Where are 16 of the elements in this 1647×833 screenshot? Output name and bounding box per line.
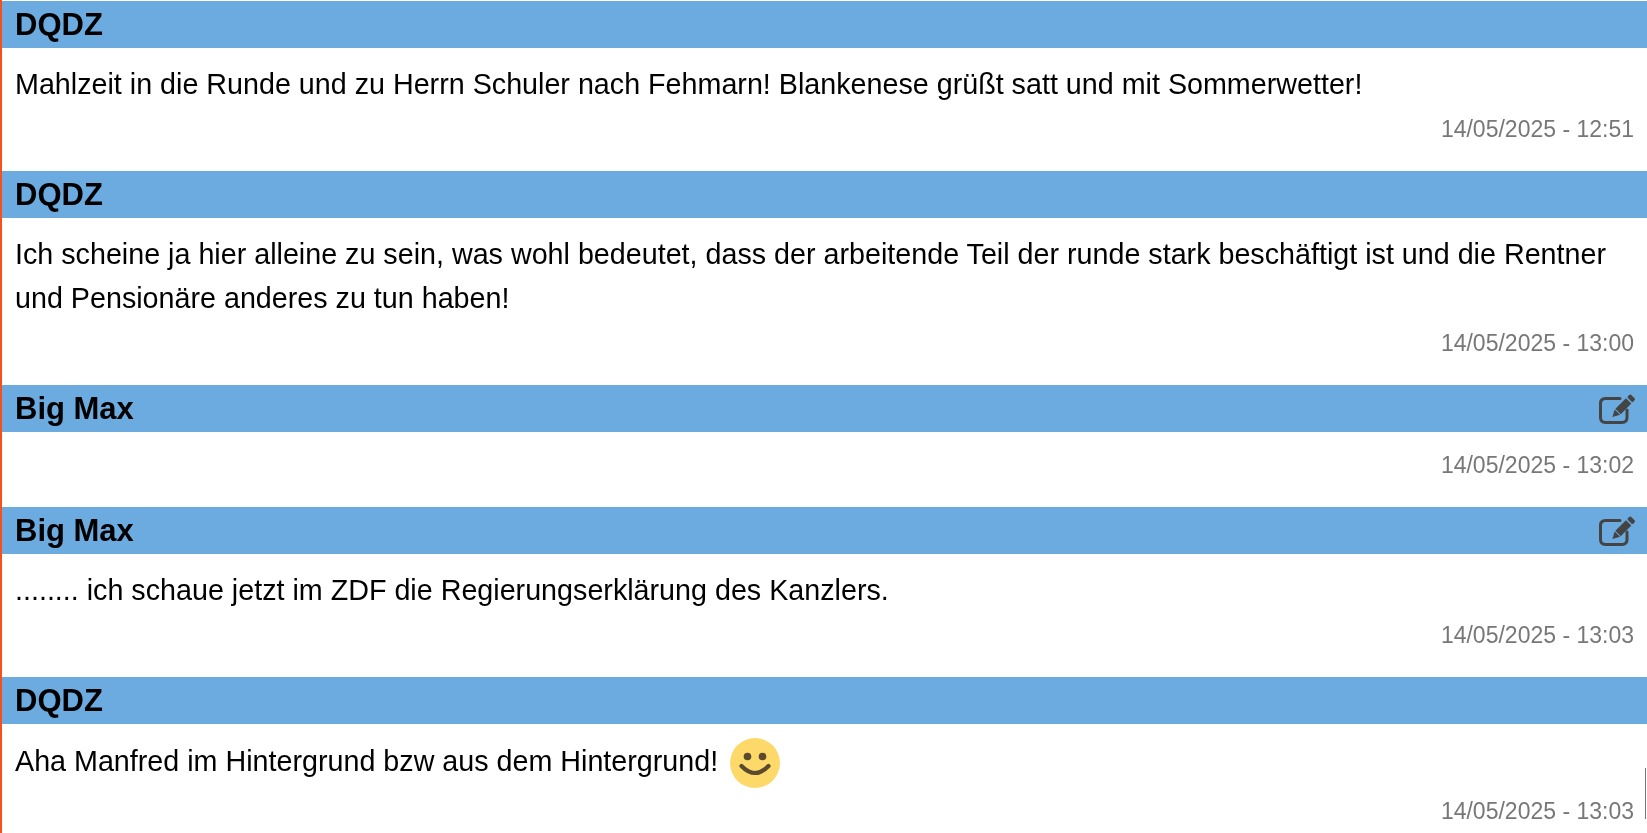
message-timestamp: 14/05/2025 - 13:00 [1440,329,1634,358]
author-name: DQDZ [15,176,103,213]
author-name: DQDZ [15,6,103,43]
edit-icon[interactable] [1599,393,1636,424]
author-name: Big Max [15,512,134,549]
edit-icon[interactable] [1599,515,1636,546]
author-name: Big Max [15,390,134,427]
message-text: Mahlzeit in die Runde und zu Herrn Schuler nach Fehmarn! Blankenese grüßt satt und mit Sommerwetter! [15,68,1363,100]
message-timestamp: 14/05/2025 - 12:51 [1440,115,1634,144]
message-text: Aha Manfred im Hintergrund bzw aus dem Hintergrund! [15,744,719,777]
message-timestamp: 14/05/2025 - 13:03 [1440,797,1634,826]
message-timestamp: 14/05/2025 - 13:02 [1440,451,1634,480]
author-name: DQDZ [15,682,103,719]
message-text: Ich scheine ja hier alleine zu sein, was wohl bedeutet, dass der arbeitende Teil der runde stark beschäftigt ist und die Rentner und Pensionäre anderes zu tun haben! [15,238,1606,314]
message-timestamp: 14/05/2025 - 13:03 [1440,621,1634,650]
message-text: ........ ich schaue jetzt im ZDF die Regierungserklärung des Kanzlers. [15,574,889,606]
